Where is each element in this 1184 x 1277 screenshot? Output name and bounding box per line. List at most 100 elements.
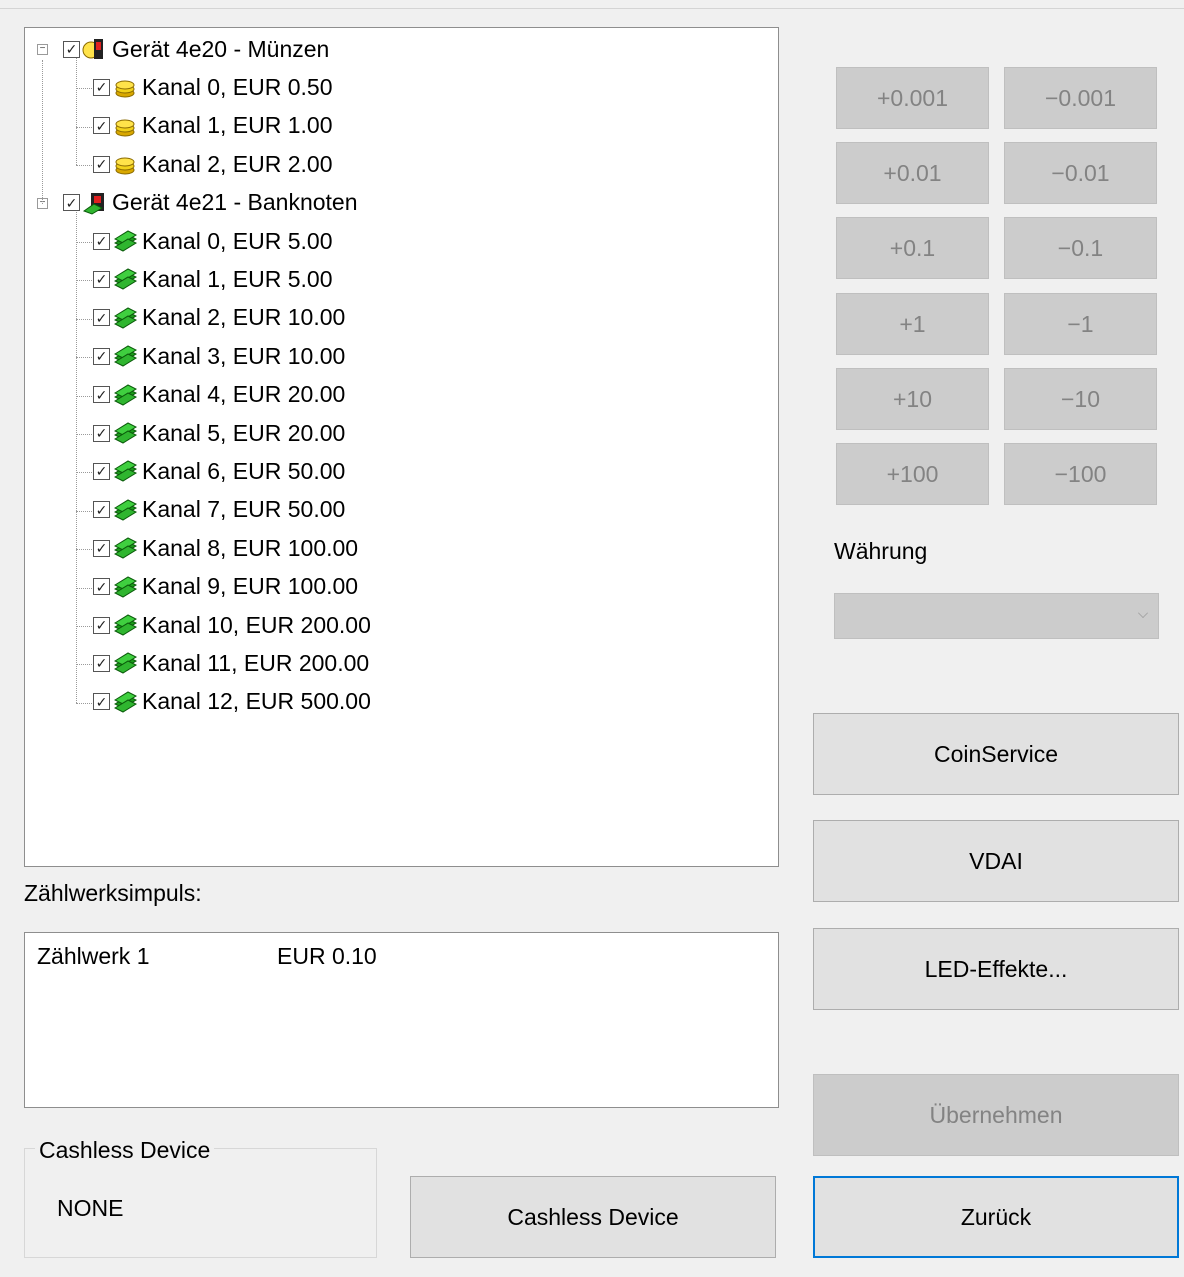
banknote-icon <box>112 651 138 675</box>
currency-select[interactable] <box>834 593 1159 639</box>
channel-label: Kanal 1, EUR 5.00 <box>142 265 333 292</box>
tree-channel-node[interactable]: ✓ Kanal 9, EUR 100.00 <box>93 568 358 606</box>
device-channel-tree[interactable]: − ✓ Gerät 4e20 - Münzen ✓ Kanal 0, EUR 0.50 ✓… <box>24 27 779 867</box>
tree-channel-node[interactable]: ✓ Kanal 1, EUR 1.00 <box>93 107 333 145</box>
checkbox[interactable]: ✓ <box>93 424 110 442</box>
decrement-button[interactable]: −1 <box>1004 293 1157 355</box>
tree-connector <box>76 58 77 166</box>
tree-channel-node[interactable]: ✓ Kanal 0, EUR 0.50 <box>93 68 333 106</box>
vdai-button[interactable]: VDAI <box>813 820 1179 902</box>
decrement-button[interactable]: −100 <box>1004 443 1157 505</box>
banknote-icon <box>112 498 138 522</box>
checkbox[interactable]: ✓ <box>93 309 110 327</box>
tree-connector <box>76 395 92 397</box>
banknote-icon <box>112 613 138 637</box>
channel-label: Kanal 2, EUR 10.00 <box>142 304 346 331</box>
checkbox[interactable]: ✓ <box>93 232 110 250</box>
counter-value: EUR 0.10 <box>277 943 377 969</box>
tree-connector <box>76 88 92 90</box>
top-divider <box>0 8 1184 9</box>
banknote-icon <box>112 575 138 599</box>
increment-button[interactable]: +100 <box>836 443 989 505</box>
tree-channel-node[interactable]: ✓ Kanal 4, EUR 20.00 <box>93 376 345 414</box>
decrement-button[interactable]: −0.001 <box>1004 67 1157 129</box>
channel-label: Kanal 3, EUR 10.00 <box>142 342 346 369</box>
checkbox[interactable]: ✓ <box>63 194 80 212</box>
apply-button[interactable]: Übernehmen <box>813 1074 1179 1156</box>
checkbox[interactable]: ✓ <box>93 270 110 288</box>
banknote-icon <box>112 536 138 560</box>
cashless-group-title: Cashless Device <box>35 1137 215 1164</box>
checkbox[interactable]: ✓ <box>93 616 110 634</box>
decrement-button[interactable]: −0.01 <box>1004 142 1157 204</box>
checkbox[interactable]: ✓ <box>93 501 110 519</box>
channel-label: Kanal 2, EUR 2.00 <box>142 150 333 177</box>
tree-connector <box>76 587 92 589</box>
collapse-icon[interactable]: − <box>37 44 48 55</box>
tree-channel-node[interactable]: ✓ Kanal 6, EUR 50.00 <box>93 452 345 490</box>
tree-channel-node[interactable]: ✓ Kanal 8, EUR 100.00 <box>93 529 358 567</box>
increment-button[interactable]: +0.1 <box>836 217 989 279</box>
tree-channel-node[interactable]: ✓ Kanal 12, EUR 500.00 <box>93 683 371 721</box>
counter-impulse-label: Zählwerksimpuls: <box>24 880 202 906</box>
tree-connector <box>76 434 92 435</box>
checkbox[interactable]: ✓ <box>93 462 110 480</box>
tree-channel-node[interactable]: ✓ Kanal 0, EUR 5.00 <box>93 222 333 260</box>
coin-icon <box>112 152 138 176</box>
checkbox[interactable]: ✓ <box>63 40 80 58</box>
banknote-icon <box>112 690 138 714</box>
tree-channel-node[interactable]: ✓ Kanal 1, EUR 5.00 <box>93 260 333 298</box>
tree-channel-node[interactable]: ✓ Kanal 2, EUR 10.00 <box>93 299 345 337</box>
channel-label: Kanal 11, EUR 200.00 <box>142 649 370 676</box>
banknote-icon <box>112 459 138 483</box>
tree-connector <box>76 626 92 627</box>
tree-connector <box>76 126 92 128</box>
checkbox[interactable]: ✓ <box>93 78 110 96</box>
channel-label: Kanal 5, EUR 20.00 <box>142 419 346 446</box>
counter-row[interactable]: Zählwerk 1 EUR 0.10 <box>37 943 377 970</box>
tree-device-node[interactable]: ✓ Gerät 4e20 - Münzen <box>63 30 329 68</box>
back-button[interactable]: Zurück <box>813 1176 1179 1258</box>
checkbox[interactable]: ✓ <box>93 654 110 672</box>
led-effects-button[interactable]: LED-Effekte... <box>813 928 1179 1010</box>
checkbox[interactable]: ✓ <box>93 155 110 173</box>
tree-connector <box>76 318 92 320</box>
tree-connector <box>42 60 43 204</box>
coin-icon <box>112 114 138 138</box>
increment-button[interactable]: +0.01 <box>836 142 989 204</box>
checkbox[interactable]: ✓ <box>93 539 110 557</box>
checkbox[interactable]: ✓ <box>93 693 110 711</box>
increment-button[interactable]: +1 <box>836 293 989 355</box>
channel-label: Kanal 6, EUR 50.00 <box>142 457 346 484</box>
tree-channel-node[interactable]: ✓ Kanal 10, EUR 200.00 <box>93 606 371 644</box>
banknote-icon <box>112 344 138 368</box>
cashless-device-button[interactable]: Cashless Device <box>410 1176 776 1258</box>
channel-label: Kanal 8, EUR 100.00 <box>142 534 359 561</box>
increment-button[interactable]: +10 <box>836 368 989 430</box>
tree-connector <box>76 211 77 703</box>
checkbox[interactable]: ✓ <box>93 578 110 596</box>
increment-button[interactable]: +0.001 <box>836 67 989 129</box>
tree-device-node[interactable]: ✓ Gerät 4e21 - Banknoten <box>63 184 358 222</box>
tree-channel-node[interactable]: ✓ Kanal 7, EUR 50.00 <box>93 491 345 529</box>
channel-label: Kanal 4, EUR 20.00 <box>142 381 346 408</box>
banknote-device-icon <box>82 191 108 215</box>
tree-connector <box>76 664 92 666</box>
channel-label: Kanal 0, EUR 0.50 <box>142 73 333 100</box>
tree-channel-node[interactable]: ✓ Kanal 11, EUR 200.00 <box>93 644 369 682</box>
tree-connector <box>76 357 92 359</box>
banknote-icon <box>112 383 138 407</box>
checkbox[interactable]: ✓ <box>93 386 110 404</box>
decrement-button[interactable]: −0.1 <box>1004 217 1157 279</box>
checkbox[interactable]: ✓ <box>93 347 110 365</box>
tree-channel-node[interactable]: ✓ Kanal 5, EUR 20.00 <box>93 414 345 452</box>
tree-channel-node[interactable]: ✓ Kanal 2, EUR 2.00 <box>93 145 333 183</box>
counter-list[interactable]: Zählwerk 1 EUR 0.10 <box>24 932 779 1108</box>
tree-channel-node[interactable]: ✓ Kanal 3, EUR 10.00 <box>93 337 345 375</box>
channel-label: Kanal 10, EUR 200.00 <box>142 611 371 638</box>
decrement-button[interactable]: −10 <box>1004 368 1157 430</box>
checkbox[interactable]: ✓ <box>93 117 110 135</box>
counter-name: Zählwerk 1 <box>37 943 150 969</box>
coinservice-button[interactable]: CoinService <box>813 713 1179 795</box>
device-label: Gerät 4e21 - Banknoten <box>112 189 358 216</box>
